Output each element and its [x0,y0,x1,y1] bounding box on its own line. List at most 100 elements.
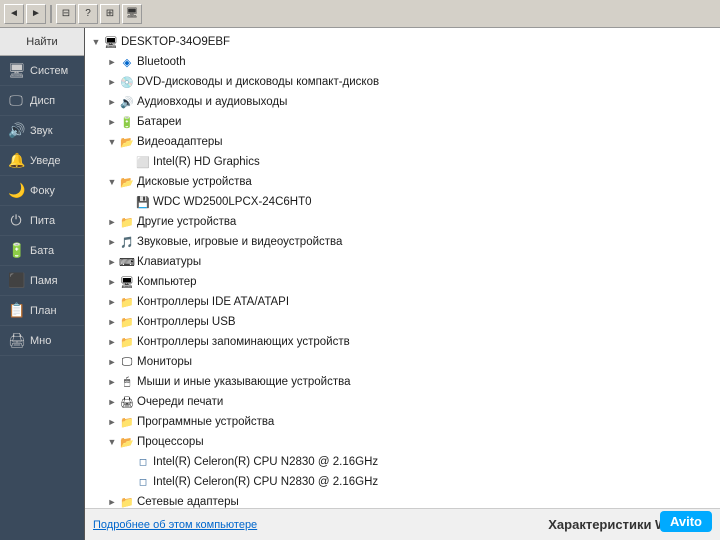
print-label: Очереди печати [137,396,223,408]
monitor-button[interactable]: 🖥 [122,4,142,24]
network-label: Сетевые адаптеры [137,496,239,508]
sidebar-item-fokus[interactable]: 🌙 Фоку [0,176,84,206]
processors-expand-icon[interactable]: ▼ [105,435,119,449]
mouse-expand-icon[interactable]: ► [105,375,119,389]
computer-expand-icon[interactable]: ► [105,275,119,289]
tree-monitor[interactable]: ► 🖵 Мониторы [85,352,720,372]
prog-label: Программные устройства [137,416,274,428]
toolbar: ◄ ► ⊟ ? ⊞ 🖥 [0,0,720,28]
wdc-expand [121,195,135,209]
pamyat-icon: ⬛ [8,272,24,289]
tree-prog[interactable]: ► 📁 Программные устройства [85,412,720,432]
cpu2-expand [121,475,135,489]
back-button[interactable]: ◄ [4,4,24,24]
sidebar-item-plan[interactable]: 📋 План [0,296,84,326]
tree-video[interactable]: ▼ 📂 Видеоадаптеры [85,132,720,152]
sidebar: Найти 🖥 Систем 🖵 Дисп 🔊 Звук 🔔 Уведе 🌙 Ф… [0,28,85,540]
wdc-icon: 💾 [135,194,151,210]
tree-audio[interactable]: ► 🔊 Аудиовходы и аудиовыходы [85,92,720,112]
cpu2-icon: ◻ [135,474,151,490]
sidebar-item-batarej[interactable]: 🔋 Бата [0,236,84,266]
keyboard-expand-icon[interactable]: ► [105,255,119,269]
bluetooth-expand-icon[interactable]: ► [105,55,119,69]
video-expand-icon[interactable]: ▼ [105,135,119,149]
tree-ide[interactable]: ► 📁 Контроллеры IDE ATA/ATAPI [85,292,720,312]
tree-sound[interactable]: ► 🎵 Звуковые, игровые и видеоустройства [85,232,720,252]
print-expand-icon[interactable]: ► [105,395,119,409]
processors-folder-icon: 📂 [119,434,135,450]
battery-expand-icon[interactable]: ► [105,115,119,129]
sidebar-label-pamyat: Памя [30,275,58,287]
tree-disk[interactable]: ▼ 📂 Дисковые устройства [85,172,720,192]
help-button[interactable]: ? [78,4,98,24]
sound-label: Звуковые, игровые и видеоустройства [137,236,342,248]
network-expand-icon[interactable]: ► [105,495,119,508]
view-button[interactable]: ⊟ [56,4,76,24]
sidebar-item-pamyat[interactable]: ⬛ Памя [0,266,84,296]
tree-network[interactable]: ► 📁 Сетевые адаптеры [85,492,720,508]
device-tree[interactable]: ▼ 🖥 DESKTOP-34O9EBF ► ◈ Bluetooth ► 💿 DV… [85,28,720,508]
tree-battery[interactable]: ► 🔋 Батареи [85,112,720,132]
sidebar-label-uvedoml: Уведе [30,155,61,167]
uvedoml-icon: 🔔 [8,152,24,169]
tree-root[interactable]: ▼ 🖥 DESKTOP-34O9EBF [85,32,720,52]
sidebar-label-mnoe: Мно [30,335,51,347]
intel-hd-icon: ⬜ [135,154,151,170]
tree-storage[interactable]: ► 📁 Контроллеры запоминающих устройств [85,332,720,352]
tree-intel-hd[interactable]: ⬜ Intel(R) HD Graphics [85,152,720,172]
tree-mouse[interactable]: ► 🖱 Мыши и иные указывающие устройства [85,372,720,392]
sidebar-item-sistema[interactable]: 🖥 Систем [0,56,84,86]
usb-icon: 📁 [119,314,135,330]
tree-keyboard[interactable]: ► ⌨ Клавиатуры [85,252,720,272]
tree-usb[interactable]: ► 📁 Контроллеры USB [85,312,720,332]
print-icon: 🖨 [119,394,135,410]
sidebar-label-fokus: Фоку [30,185,55,197]
sidebar-item-displej[interactable]: 🖵 Дисп [0,86,84,116]
audio-expand-icon[interactable]: ► [105,95,119,109]
audio-label: Аудиовходы и аудиовыходы [137,96,287,108]
tree-cpu-2[interactable]: ◻ Intel(R) Celeron(R) CPU N2830 @ 2.16GH… [85,472,720,492]
sidebar-item-pitanie[interactable]: ⏻ Пита [0,206,84,236]
sidebar-item-mnoe[interactable]: 🖨 Мно [0,326,84,356]
fokus-icon: 🌙 [8,182,24,199]
ide-expand-icon[interactable]: ► [105,295,119,309]
pitanie-icon: ⏻ [8,212,24,229]
dvd-expand-icon[interactable]: ► [105,75,119,89]
tree-processors[interactable]: ▼ 📂 Процессоры [85,432,720,452]
tree-cpu-1[interactable]: ◻ Intel(R) Celeron(R) CPU N2830 @ 2.16GH… [85,452,720,472]
tree-wdc[interactable]: 💾 WDC WD2500LPCX-24C6HT0 [85,192,720,212]
monitor-icon: 🖵 [119,354,135,370]
device-manager: ▼ 🖥 DESKTOP-34O9EBF ► ◈ Bluetooth ► 💿 DV… [85,28,720,540]
video-folder-icon: 📂 [119,134,135,150]
prog-expand-icon[interactable]: ► [105,415,119,429]
mnoe-icon: 🖨 [8,332,24,349]
update-button[interactable]: ⊞ [100,4,120,24]
tree-dvd[interactable]: ► 💿 DVD-дисководы и дисководы компакт-ди… [85,72,720,92]
disk-expand-icon[interactable]: ▼ [105,175,119,189]
usb-expand-icon[interactable]: ► [105,315,119,329]
ide-label: Контроллеры IDE ATA/ATAPI [137,296,289,308]
tree-computer[interactable]: ► 🖥 Компьютер [85,272,720,292]
disk-label: Дисковые устройства [137,176,252,188]
bluetooth-icon: ◈ [119,54,135,70]
sidebar-item-uvedoml[interactable]: 🔔 Уведе [0,146,84,176]
storage-icon: 📁 [119,334,135,350]
bottom-link[interactable]: Подробнее об этом компьютере [93,519,257,531]
root-expand-icon[interactable]: ▼ [89,35,103,49]
sound-expand-icon[interactable]: ► [105,235,119,249]
storage-expand-icon[interactable]: ► [105,335,119,349]
sidebar-label-sistema: Систем [30,65,68,77]
tree-bluetooth[interactable]: ► ◈ Bluetooth [85,52,720,72]
sidebar-item-zvuk[interactable]: 🔊 Звук [0,116,84,146]
bluetooth-label: Bluetooth [137,56,186,68]
monitor-label: Мониторы [137,356,192,368]
forward-button[interactable]: ► [26,4,46,24]
monitor-expand-icon[interactable]: ► [105,355,119,369]
sidebar-label-batarej: Бата [30,245,54,257]
other-icon: 📁 [119,214,135,230]
other-expand-icon[interactable]: ► [105,215,119,229]
tree-print[interactable]: ► 🖨 Очереди печати [85,392,720,412]
zvuk-icon: 🔊 [8,122,24,139]
dvd-label: DVD-дисководы и дисководы компакт-дисков [137,76,379,88]
tree-other[interactable]: ► 📁 Другие устройства [85,212,720,232]
